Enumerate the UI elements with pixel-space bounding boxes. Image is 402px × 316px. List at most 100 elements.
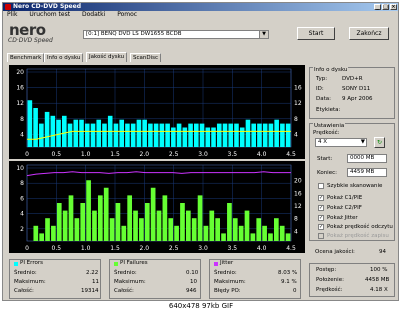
tab-scandisc[interactable]: ScanDisc bbox=[130, 53, 162, 62]
menu-extras[interactable]: Dodatki bbox=[82, 11, 105, 18]
end-input[interactable]: 4459 MB bbox=[347, 168, 387, 177]
tab-benchmark[interactable]: Benchmark bbox=[7, 53, 45, 62]
jitter-legend-swatch bbox=[214, 262, 218, 266]
show-jitter-label: Pokaż Jitter bbox=[327, 215, 358, 221]
start-button[interactable]: Start bbox=[297, 27, 335, 40]
disc-id-label: ID: bbox=[316, 86, 324, 92]
disc-date-value: 9 Apr 2006 bbox=[342, 96, 373, 102]
y-tick-label: 4 bbox=[20, 131, 24, 138]
pi-errors-total-label: Całość: bbox=[14, 288, 34, 294]
pi-failures-total-value: 946 bbox=[186, 288, 197, 294]
x-tick-label: 2.5 bbox=[169, 151, 179, 158]
pi-failures-max-label: Maksimum: bbox=[114, 279, 146, 285]
x-tick-label: 0 bbox=[25, 245, 29, 252]
refresh-button[interactable]: ↻ bbox=[374, 137, 385, 148]
pi-failures-jitter-chart: 0 0.5 1.0 1.5 2.0 2.5 3.0 3.5 4.0 4.5 10 8 6 4 2 20 16 12… bbox=[9, 161, 305, 253]
jitter-max-label: Maksimum: bbox=[214, 279, 246, 285]
show-pie-checkbox[interactable]: ✓ bbox=[318, 195, 324, 201]
disc-date-label: Data: bbox=[316, 96, 331, 102]
pi-errors-avg-label: Średnio: bbox=[14, 270, 37, 276]
jitter-avg-label: Średnio: bbox=[214, 270, 237, 276]
close-button[interactable]: Zakończ bbox=[349, 27, 389, 40]
pi-errors-title: PI Errors bbox=[20, 260, 43, 266]
y-tick-label: 4 bbox=[20, 211, 24, 218]
show-read-speed-checkbox[interactable]: ✓ bbox=[318, 224, 324, 230]
speed-select-value: 4 X bbox=[318, 139, 328, 145]
pi-errors-legend-swatch bbox=[14, 262, 18, 266]
x-tick-label: 3.0 bbox=[198, 245, 208, 252]
jitter-title: Jitter bbox=[220, 260, 234, 266]
quick-scan-checkbox[interactable] bbox=[318, 183, 324, 189]
position-value: 4458 MB bbox=[365, 277, 390, 283]
logo-product: CD·DVD Speed bbox=[8, 37, 53, 44]
disc-info-group: Info o dysku Typ: DVD+R ID: SONY D11 Dat… bbox=[309, 67, 395, 119]
y2-tick-label: 20 bbox=[294, 178, 302, 185]
start-input[interactable]: 0000 MB bbox=[347, 154, 387, 163]
settings-title: Ustawienia bbox=[313, 123, 346, 129]
pi-failures-group: PI Failures Średnio: 0.10 Maksimum: 10 C… bbox=[109, 259, 201, 299]
quality-value: 94 bbox=[379, 249, 386, 255]
settings-group: Ustawienia Prędkość: 4 X ▼ ↻ Start: 0000… bbox=[309, 123, 395, 241]
pi-failures-total-label: Całość: bbox=[114, 288, 134, 294]
progress-value: 100 % bbox=[370, 267, 388, 273]
pi-errors-max-value: 11 bbox=[92, 279, 99, 285]
y2-tick-label: 16 bbox=[294, 190, 302, 197]
x-tick-label: 4.5 bbox=[286, 245, 296, 252]
position-label: Położenie: bbox=[316, 277, 344, 283]
quick-scan-label: Szybkie skanowanie bbox=[327, 183, 383, 189]
pi-errors-group: PI Errors Średnio: 2.22 Maksimum: 11 Cał… bbox=[9, 259, 101, 299]
y2-tick-label: 4 bbox=[294, 131, 298, 138]
nero-logo: nero CD·DVD Speed bbox=[7, 21, 77, 45]
menu-run-test[interactable]: Uruchom test bbox=[29, 11, 70, 18]
chevron-down-icon[interactable]: ▼ bbox=[361, 139, 365, 146]
y-tick-label: 8 bbox=[20, 116, 24, 123]
x-tick-label: 3.5 bbox=[228, 151, 238, 158]
y-tick-label: 16 bbox=[16, 85, 24, 92]
pi-failures-max-value: 10 bbox=[190, 279, 197, 285]
tab-disc-quality[interactable]: Jakość dysku bbox=[86, 52, 128, 62]
disc-info-title: Info o dysku bbox=[313, 67, 349, 73]
jitter-group: Jitter Średnio: 8.03 % Maksimum: 9.1 % B… bbox=[209, 259, 301, 299]
x-tick-label: 1.5 bbox=[110, 151, 120, 158]
x-tick-label: 1.0 bbox=[81, 151, 91, 158]
x-tick-label: 2.0 bbox=[140, 151, 150, 158]
y2-tick-label: 4 bbox=[294, 228, 298, 235]
menu-file[interactable]: Plik bbox=[7, 11, 17, 18]
x-tick-label: 0 bbox=[25, 151, 29, 158]
pi-failures-legend-swatch bbox=[114, 262, 118, 266]
minimize-button[interactable]: _ bbox=[374, 4, 381, 10]
tab-disc-info[interactable]: Info o dysku bbox=[44, 53, 84, 62]
menu-help[interactable]: Pomoc bbox=[117, 11, 137, 18]
x-tick-label: 4.5 bbox=[286, 151, 296, 158]
show-jitter-checkbox[interactable]: ✓ bbox=[318, 215, 324, 221]
toolbar: nero CD·DVD Speed [0:1] BENQ DVD LS DW16… bbox=[3, 18, 398, 47]
drive-select-value: [0:1] BENQ DVD LS DW1655 BCDB bbox=[86, 31, 182, 37]
start-label: Start: bbox=[317, 156, 333, 162]
chevron-down-icon[interactable]: ▼ bbox=[259, 31, 268, 38]
close-window-button[interactable]: × bbox=[390, 4, 397, 10]
maximize-button[interactable]: □ bbox=[382, 4, 389, 10]
speed-select[interactable]: 4 X ▼ bbox=[315, 138, 367, 147]
speed-label: Prędkość: bbox=[313, 130, 340, 136]
pi-errors-total-value: 19314 bbox=[81, 288, 99, 294]
y2-tick-label: 8 bbox=[294, 216, 298, 223]
show-pif-checkbox[interactable]: ✓ bbox=[318, 205, 324, 211]
pi-errors-chart: 0 0.5 1.0 1.5 2.0 2.5 3.0 3.5 4.0 4.5 20 16 12 8 4 16 12… bbox=[9, 65, 305, 159]
y-tick-label: 12 bbox=[16, 100, 24, 107]
show-read-speed-label: Pokaż prędkość odczytu bbox=[327, 224, 393, 230]
disc-type-label: Typ: bbox=[316, 76, 328, 82]
window-title: Nero CD-DVD Speed bbox=[13, 3, 81, 10]
po-errors-value: 0 bbox=[293, 288, 297, 294]
y-tick-label: 20 bbox=[16, 69, 24, 76]
x-tick-label: 3.0 bbox=[198, 151, 208, 158]
x-tick-label: 0.5 bbox=[52, 151, 62, 158]
x-tick-label: 1.0 bbox=[81, 245, 91, 252]
disc-type-value: DVD+R bbox=[342, 76, 363, 82]
jitter-max-value: 9.1 % bbox=[281, 279, 297, 285]
jitter-avg-value: 8.03 % bbox=[278, 270, 298, 276]
progress-label: Postęp: bbox=[316, 267, 337, 273]
disc-id-value: SONY D11 bbox=[342, 86, 371, 92]
y2-tick-label: 8 bbox=[294, 116, 298, 123]
menu-bar: Plik Uruchom test Dodatki Pomoc bbox=[3, 11, 398, 18]
drive-select[interactable]: [0:1] BENQ DVD LS DW1655 BCDB ▼ bbox=[83, 30, 269, 39]
